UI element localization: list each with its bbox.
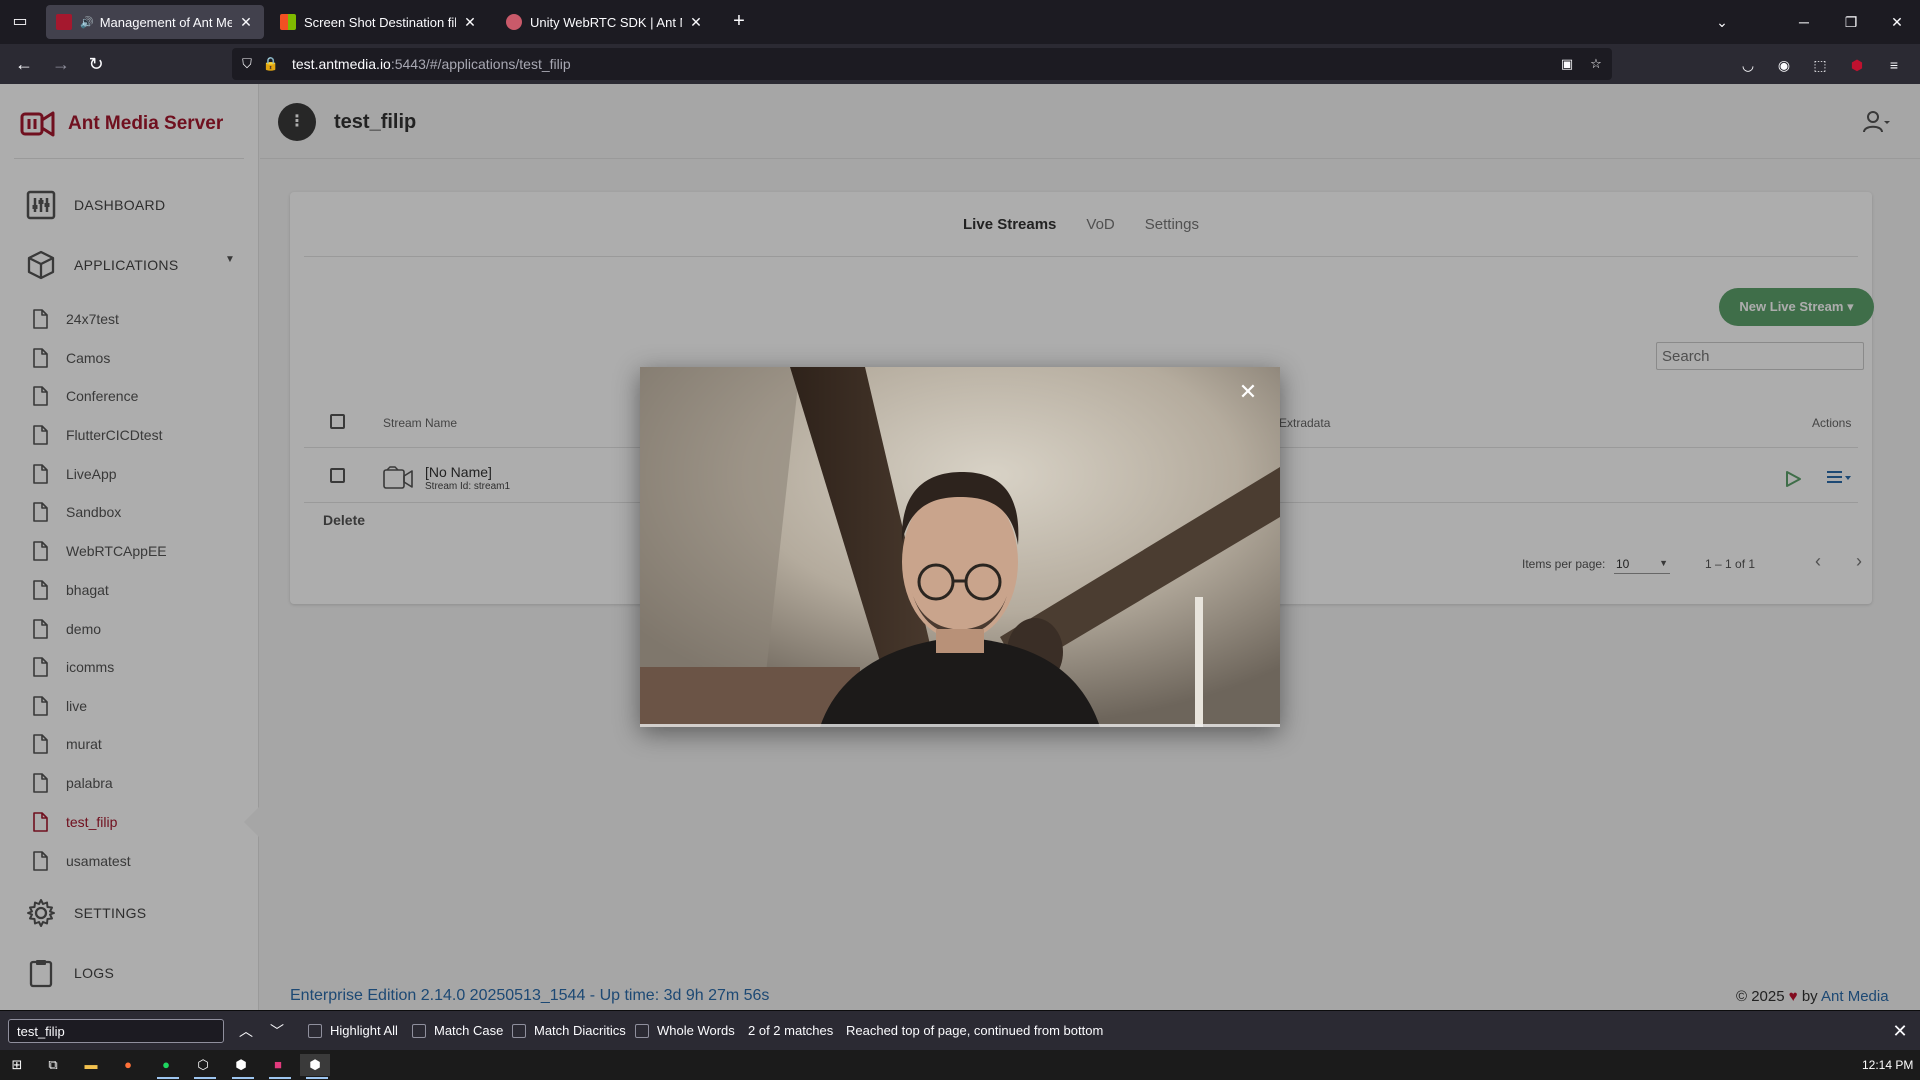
- stream-preview-modal: [640, 367, 1280, 727]
- ant-media-favicon-icon: [506, 14, 522, 30]
- browser-tab-2[interactable]: Screen Shot Destination file Ch ✕: [270, 5, 488, 39]
- option-label: Highlight All: [330, 1023, 398, 1038]
- url-text[interactable]: test.antmedia.io:5443/#/applications/tes…: [292, 56, 571, 72]
- ant-media-favicon-icon: [56, 14, 72, 30]
- account-icon[interactable]: ◉: [1773, 54, 1795, 76]
- active-app-indicator: [269, 1077, 291, 1079]
- active-app-indicator: [194, 1077, 216, 1079]
- browser-tab-3[interactable]: Unity WebRTC SDK | Ant Media ✕: [496, 5, 714, 39]
- window-close-icon[interactable]: ✕: [1882, 8, 1912, 36]
- option-label: Whole Words: [657, 1023, 735, 1038]
- bookmark-star-icon[interactable]: ☆: [1587, 55, 1605, 73]
- find-status: Reached top of page, continued from bott…: [846, 1023, 1104, 1038]
- lock-icon[interactable]: 🔒: [262, 55, 280, 73]
- find-next-icon[interactable]: ﹀: [267, 1021, 287, 1041]
- tab-close-icon[interactable]: ✕: [238, 14, 254, 31]
- windows-start-icon[interactable]: ⊞: [2, 1054, 32, 1076]
- extensions-icon[interactable]: ⬚: [1809, 54, 1831, 76]
- minimize-icon[interactable]: ─: [1789, 8, 1819, 36]
- browser-tab-1[interactable]: 🔊 Management of Ant Media ✕: [46, 5, 264, 39]
- camera-video-frame[interactable]: [640, 367, 1280, 727]
- active-app-indicator: [306, 1077, 328, 1079]
- unity-icon[interactable]: ⬢: [226, 1054, 256, 1076]
- whole-words-checkbox[interactable]: Whole Words: [635, 1023, 735, 1038]
- back-icon[interactable]: ←: [10, 50, 38, 78]
- active-app-indicator: [157, 1077, 179, 1079]
- spotify-icon[interactable]: ●: [151, 1054, 181, 1076]
- match-case-checkbox[interactable]: Match Case: [412, 1023, 503, 1038]
- browser-tabbar: ▭ 🔊 Management of Ant Media ✕ Screen Sho…: [0, 0, 1920, 44]
- rider-icon[interactable]: ■: [263, 1054, 293, 1076]
- find-previous-icon[interactable]: ︿: [236, 1021, 256, 1041]
- tab-title: Screen Shot Destination file Ch: [304, 14, 456, 30]
- checkbox-box[interactable]: [512, 1023, 526, 1038]
- highlight-all-checkbox[interactable]: Highlight All: [308, 1023, 398, 1038]
- checkbox-box[interactable]: [412, 1023, 426, 1038]
- option-label: Match Case: [434, 1023, 504, 1038]
- modal-close-icon[interactable]: ✕: [1236, 380, 1260, 404]
- active-app-indicator: [232, 1077, 254, 1079]
- new-tab-icon[interactable]: +: [727, 10, 751, 34]
- find-bar: ︿ ﹀ Highlight All Match Case Match Diacr…: [0, 1010, 1920, 1050]
- unity-editor-icon[interactable]: ⬢: [300, 1054, 330, 1076]
- unity-hub-icon[interactable]: ⬡: [188, 1054, 218, 1076]
- browser-navbar: ← → ↻ ⛉ 🔒 test.antmedia.io:5443/#/applic…: [0, 44, 1920, 84]
- list-all-tabs-icon[interactable]: ⌄: [1707, 8, 1737, 36]
- checkbox-box[interactable]: [635, 1023, 649, 1038]
- microsoft-favicon-icon: [280, 14, 296, 30]
- tab-close-icon[interactable]: ✕: [688, 14, 704, 31]
- pocket-icon[interactable]: ◡: [1737, 54, 1759, 76]
- restore-icon[interactable]: ❐: [1836, 8, 1866, 36]
- system-clock[interactable]: 12:14 PM: [1862, 1058, 1913, 1072]
- tab-close-icon[interactable]: ✕: [462, 14, 478, 31]
- speaker-icon[interactable]: 🔊: [80, 16, 94, 29]
- firefox-icon[interactable]: ●: [113, 1054, 143, 1076]
- tab-list-icon[interactable]: ▭: [8, 10, 32, 34]
- match-diacritics-checkbox[interactable]: Match Diacritics: [512, 1023, 626, 1038]
- find-close-icon[interactable]: ✕: [1888, 1019, 1912, 1043]
- page: Ant Media Server DASHBOARD APPLICATIONS: [0, 84, 1920, 1010]
- task-view-icon[interactable]: ⧉: [38, 1054, 68, 1076]
- checkbox-box[interactable]: [308, 1023, 322, 1038]
- tab-title: Management of Ant Media: [99, 14, 232, 30]
- ublock-icon[interactable]: ⬢: [1846, 54, 1868, 76]
- os-taskbar: ⊞ ⧉ ▬ ● ● ⬡ ⬢ ■ ⬢ 12:14 PM: [0, 1050, 1920, 1080]
- shield-icon[interactable]: ⛉: [238, 55, 256, 73]
- address-bar[interactable]: ⛉ 🔒 test.antmedia.io:5443/#/applications…: [232, 48, 1612, 80]
- option-label: Match Diacritics: [534, 1023, 626, 1038]
- tab-title: Unity WebRTC SDK | Ant Media: [530, 14, 682, 30]
- app-menu-icon[interactable]: ≡: [1883, 54, 1905, 76]
- find-input[interactable]: [8, 1019, 224, 1043]
- file-explorer-icon[interactable]: ▬: [76, 1054, 106, 1076]
- forward-icon[interactable]: →: [47, 50, 75, 78]
- reload-icon[interactable]: ↻: [82, 50, 110, 78]
- match-count: 2 of 2 matches: [748, 1023, 834, 1038]
- picture-in-picture-icon[interactable]: ▣: [1558, 55, 1576, 73]
